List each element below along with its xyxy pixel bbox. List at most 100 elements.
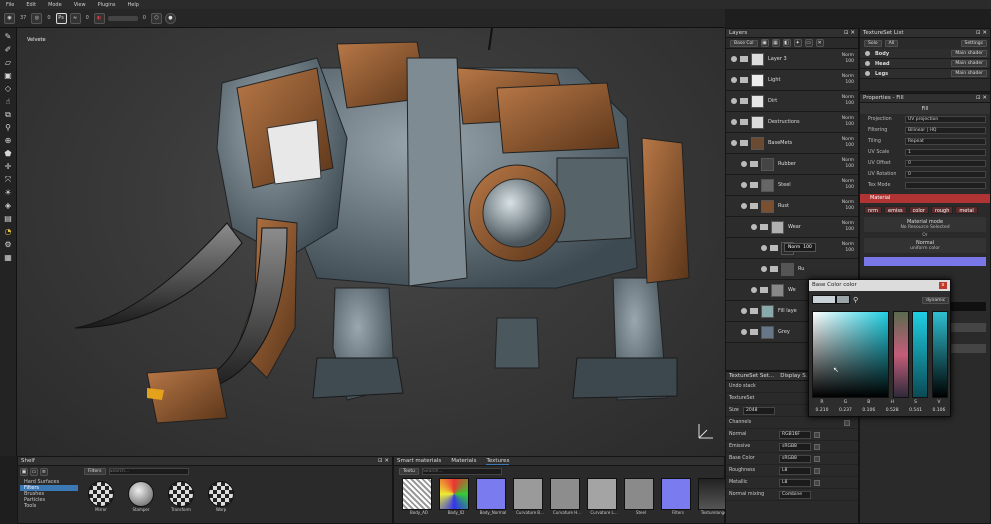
property-value[interactable]: UV projection (905, 116, 986, 123)
texture-item[interactable]: Body_ID (439, 478, 473, 515)
photoshop-button[interactable]: Ps (55, 12, 67, 24)
texture-item[interactable]: Body_AO (402, 478, 436, 515)
textureset-row[interactable]: Head Main shader (860, 59, 990, 69)
shelf-add-icon[interactable]: ▣ (20, 468, 28, 476)
shelf-search-input[interactable] (108, 468, 189, 475)
channel-format-select[interactable]: L8 (779, 466, 811, 475)
previous-color-swatch[interactable] (836, 295, 850, 304)
remove-channel-icon[interactable] (814, 443, 820, 450)
shelf-filter-chip[interactable]: Filters (84, 468, 106, 475)
add-fill-layer-icon[interactable]: ▦ (771, 39, 780, 47)
g-value[interactable]: 0.237 (835, 408, 855, 413)
layer-row[interactable]: Rust Norm 100 (726, 196, 858, 217)
panel-close-icon[interactable]: ⊡ ✕ (378, 457, 389, 465)
add-effect-icon[interactable]: ✦ (793, 39, 802, 47)
solo-button[interactable]: Solo (864, 40, 882, 47)
opacity-icon[interactable]: ◎ (31, 12, 43, 24)
visibility-icon[interactable] (731, 98, 737, 104)
material-mode-box[interactable]: Material mode No Resource Selected (864, 217, 986, 232)
menu-file[interactable]: File (0, 2, 20, 8)
property-value[interactable]: Bilinear | HQ (905, 127, 986, 134)
material-section-header[interactable]: Material (860, 194, 990, 203)
visibility-icon[interactable] (761, 245, 767, 251)
channel-format-select[interactable]: L8 (779, 478, 811, 487)
transform-icon[interactable]: ⤧ (3, 174, 14, 185)
visibility-icon[interactable] (865, 51, 870, 56)
geometry-icon[interactable]: ◇ (3, 83, 14, 94)
stencil-icon[interactable]: ◐ (93, 12, 105, 24)
layer-row[interactable]: Rubber Norm 100 (726, 154, 858, 175)
channel-format-select[interactable]: sRGB8 (779, 454, 811, 463)
saturation-value-field[interactable]: ↖ (812, 311, 889, 398)
layer-blend-mode[interactable]: Norm 100 (838, 221, 858, 233)
layer-row[interactable]: Wear Norm 100 (726, 217, 858, 238)
pen-icon[interactable]: ✐ (3, 44, 14, 55)
spacing-slider[interactable] (107, 15, 138, 21)
layer-blend-mode[interactable]: Norm 100 (838, 158, 858, 170)
color-picker-icon[interactable]: ⚲ (3, 122, 14, 133)
texture-item[interactable]: Filters (661, 478, 695, 515)
value-bar[interactable] (932, 311, 948, 398)
texture-item[interactable]: Curvature B... (513, 478, 547, 515)
texture-item[interactable]: Steel (624, 478, 658, 515)
hue-bar[interactable] (893, 311, 909, 398)
tab-textureset-settings[interactable]: TextureSet Set... (729, 372, 774, 380)
bake-icon[interactable]: ⊕ (3, 135, 14, 146)
layer-row[interactable]: Destructions Norm 100 (726, 112, 858, 133)
visibility-icon[interactable] (741, 161, 747, 167)
shader-select[interactable]: Main shader (951, 70, 987, 77)
mask-icon[interactable]: ▤ (3, 213, 14, 224)
visibility-icon[interactable] (865, 71, 870, 76)
flow-icon[interactable]: ≈ (69, 12, 81, 24)
layer-blend-mode[interactable]: Norm 100 (838, 179, 858, 191)
tab-materials[interactable]: Materials (451, 457, 476, 465)
menu-mode[interactable]: Mode (42, 2, 68, 8)
layer-blend-mode[interactable]: Norm 100 (838, 137, 858, 149)
layer-row[interactable]: Steel Norm 100 (726, 175, 858, 196)
chip-normal[interactable]: nrm (864, 206, 883, 214)
s-value[interactable]: 0.541 (906, 408, 926, 413)
texture-item[interactable]: Curvature L... (587, 478, 621, 515)
property-value[interactable]: Repeat (905, 138, 986, 145)
property-value[interactable]: 0 (905, 171, 986, 178)
remove-channel-icon[interactable] (814, 455, 820, 462)
b-value[interactable]: 0.106 (859, 408, 879, 413)
mask-blend-tag[interactable]: Norm 100 (784, 243, 816, 252)
property-value[interactable]: 1 (905, 149, 986, 156)
menu-help[interactable]: Help (121, 2, 144, 8)
settings-icon[interactable]: ⚙ (3, 239, 14, 250)
layer-blend-mode[interactable]: Norm 100 (838, 116, 858, 128)
brush-size-icon[interactable]: ◉ (4, 12, 15, 24)
shelf-item[interactable]: Transform (164, 481, 198, 512)
brush-size-value[interactable]: 37 (18, 15, 28, 21)
visibility-icon[interactable] (731, 140, 737, 146)
dynamic-button[interactable]: dynamic (922, 297, 950, 304)
layer-blend-mode[interactable]: Norm 100 (838, 200, 858, 212)
visibility-icon[interactable] (731, 56, 737, 62)
spacing-value[interactable]: 0 (141, 15, 148, 21)
remove-channel-icon[interactable] (814, 467, 820, 474)
display-icon[interactable]: ▦ (3, 252, 14, 263)
settings-button[interactable]: Settings (960, 40, 987, 47)
panel-close-icon[interactable]: ⊡ ✕ (976, 94, 987, 102)
delete-layer-icon[interactable]: ✕ (815, 39, 824, 47)
layer-row[interactable]: Ru (726, 259, 858, 280)
light-icon[interactable]: ☀ (3, 187, 14, 198)
property-value[interactable] (905, 182, 986, 189)
layer-row[interactable]: Dirt Norm 100 (726, 91, 858, 112)
visibility-icon[interactable] (741, 203, 747, 209)
add-paint-layer-icon[interactable]: ▣ (760, 39, 769, 47)
tab-smart-materials[interactable]: Smart materials (397, 457, 441, 465)
textureset-row[interactable]: Legs Main shader (860, 69, 990, 79)
channel-format-select[interactable]: RGB16F (779, 430, 811, 439)
shelf-item[interactable]: Mirror (84, 481, 118, 512)
visibility-icon[interactable] (741, 182, 747, 188)
panel-close-icon[interactable]: ⊡ ✕ (844, 29, 855, 37)
texture-item[interactable]: Body_Normal (476, 478, 510, 515)
visibility-icon[interactable] (731, 77, 737, 83)
normal-mixing-select[interactable]: Combine (779, 490, 811, 499)
property-value[interactable]: 0 (905, 160, 986, 167)
shelf-list-icon[interactable]: ≡ (39, 468, 48, 476)
chip-emissive[interactable]: emiss (884, 206, 907, 214)
layer-row[interactable]: BaseMets Norm 100 (726, 133, 858, 154)
